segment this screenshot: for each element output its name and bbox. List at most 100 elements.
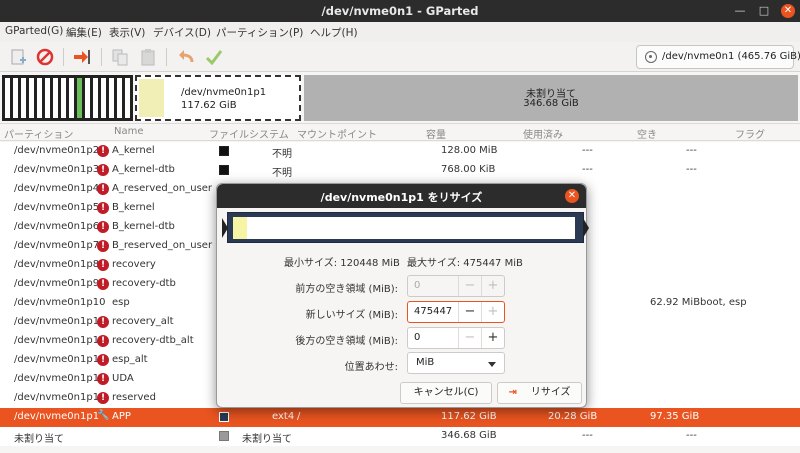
min-size-label: 最小サイズ: 120448 MiB	[284, 258, 400, 269]
menu-view[interactable]: 表示(V)	[109, 25, 145, 40]
col-mountpoint[interactable]: マウントポイント	[297, 126, 377, 141]
row-free: 97.35 GiB	[650, 411, 700, 422]
minus-icon[interactable]: −	[458, 276, 481, 296]
warning-icon: !	[97, 240, 109, 252]
right-handle[interactable]	[583, 218, 589, 238]
warning-icon: !	[97, 278, 109, 290]
row-partition: /dev/nvme0n1p3	[14, 164, 100, 175]
resize-icon: ⇥	[508, 387, 517, 398]
row-used: 20.28 GiB	[548, 411, 598, 422]
row-size: 346.68 GiB	[441, 430, 497, 441]
row-partition: /dev/nvme0n1p15	[14, 392, 106, 403]
col-filesystem[interactable]: ファイルシステム	[209, 126, 289, 141]
cancel-button-label: キャンセル(C)	[413, 387, 479, 398]
small-partitions-strip[interactable]	[2, 75, 133, 121]
resize-button[interactable]: ⇥ リサイズ	[497, 382, 582, 404]
row-name: esp	[112, 297, 130, 308]
row-name: recovery-dtb_alt	[112, 335, 194, 346]
left-handle[interactable]	[222, 218, 228, 238]
minimize-icon[interactable]: —	[733, 4, 747, 18]
new-size-label: 新しいサイズ (MiB):	[305, 310, 398, 321]
fs-color-swatch	[219, 412, 229, 422]
menu-device[interactable]: デバイス(D)	[153, 25, 211, 40]
align-select[interactable]: MiB	[407, 352, 505, 374]
cancel-button[interactable]: キャンセル(C)	[400, 382, 492, 404]
new-size-value: 475447	[414, 306, 453, 317]
close-icon[interactable]: ✕	[781, 4, 795, 18]
row-name: A_kernel	[112, 145, 155, 156]
row-used: ---	[582, 164, 593, 175]
device-selector[interactable]: /dev/nvme0n1 (465.76 GiB)	[636, 45, 800, 69]
row-partition: /dev/nvme0n1p2	[14, 145, 100, 156]
free-before-spin[interactable]: 0 − +	[407, 275, 505, 297]
new-partition-icon[interactable]	[8, 47, 28, 67]
row-name: UDA	[112, 373, 134, 384]
row-partition: /dev/nvme0n1p7	[14, 240, 100, 251]
warning-icon: !	[97, 373, 109, 385]
toolbar-separator	[63, 48, 64, 66]
col-flags[interactable]: フラグ	[735, 126, 765, 141]
partition-extent	[233, 217, 575, 239]
row-name: recovery	[112, 259, 156, 270]
resize-dialog: /dev/nvme0n1p1 をリサイズ ✕ 最小サイズ: 120448 MiB…	[216, 183, 589, 408]
row-used: ---	[582, 145, 593, 156]
table-row[interactable]: /dev/nvme0n1p3 ! A_kernel-dtb 不明 768.00 …	[0, 161, 800, 180]
col-partition[interactable]: パーティション	[4, 126, 73, 141]
maximize-icon[interactable]: □	[757, 4, 771, 18]
new-size-spin[interactable]: 475447 − +	[407, 301, 505, 323]
row-filesystem: ext4	[272, 411, 295, 422]
align-label: 位置あわせ:	[344, 362, 398, 373]
menu-partition[interactable]: パーティション(P)	[216, 25, 303, 40]
warning-icon: !	[97, 145, 109, 157]
plus-icon[interactable]: +	[481, 302, 504, 322]
row-name: reserved	[112, 392, 156, 403]
device-selector-label: /dev/nvme0n1 (465.76 GiB)	[662, 51, 800, 62]
plus-icon[interactable]: +	[481, 276, 504, 296]
warning-icon: !	[97, 392, 109, 404]
selected-partition-name: /dev/nvme0n1p1	[181, 87, 267, 98]
resize-button-label: リサイズ	[530, 387, 571, 398]
close-icon[interactable]: ✕	[565, 189, 579, 203]
col-used[interactable]: 使用済み	[523, 126, 563, 141]
fs-color-swatch	[219, 431, 229, 441]
minus-icon[interactable]: −	[458, 302, 481, 322]
resize-slider[interactable]	[222, 212, 589, 243]
col-size[interactable]: 容量	[426, 126, 446, 141]
fs-color-swatch	[219, 165, 229, 175]
free-after-spin[interactable]: 0 − +	[407, 327, 505, 349]
row-partition: /dev/nvme0n1p6	[14, 221, 100, 232]
undo-icon[interactable]	[176, 47, 196, 67]
table-row[interactable]: /dev/nvme0n1p2 ! A_kernel 不明 128.00 MiB …	[0, 142, 800, 161]
menu-help[interactable]: ヘルプ(H)	[310, 25, 358, 40]
col-free[interactable]: 空き	[637, 126, 657, 141]
row-name: B_kernel	[112, 202, 155, 213]
menu-edit[interactable]: 編集(E)	[66, 25, 102, 40]
free-before-label: 前方の空き領域 (MiB):	[295, 284, 398, 295]
delete-icon[interactable]	[35, 47, 55, 67]
resize-move-icon[interactable]	[72, 47, 92, 67]
minus-icon[interactable]: −	[458, 328, 481, 348]
unallocated-block[interactable]: 未割り当て 346.68 GiB	[304, 75, 798, 121]
table-row-selected[interactable]: /dev/nvme0n1p1 🔧 APP ext4 / 117.62 GiB 2…	[0, 408, 800, 427]
menu-gparted[interactable]: GParted(G)	[5, 25, 63, 37]
warning-icon: !	[97, 354, 109, 366]
warning-icon: !	[97, 183, 109, 195]
free-after-value: 0	[414, 332, 421, 343]
row-name: A_kernel-dtb	[112, 164, 175, 175]
table-row[interactable]: 未割り当て 未割り当て 346.68 GiB --- ---	[0, 427, 800, 446]
row-used: ---	[582, 430, 593, 441]
used-space-fill	[139, 79, 164, 117]
col-name[interactable]: Name	[114, 126, 144, 137]
row-size: 117.62 GiB	[441, 411, 497, 422]
row-flags: boot, esp	[700, 297, 747, 308]
warning-icon: !	[97, 316, 109, 328]
row-filesystem: 不明	[272, 168, 292, 179]
paste-icon[interactable]	[138, 47, 158, 67]
toolbar: /dev/nvme0n1 (465.76 GiB)	[0, 42, 800, 72]
selected-partition-block[interactable]: /dev/nvme0n1p1 117.62 GiB	[135, 75, 301, 121]
fs-color-swatch	[219, 146, 229, 156]
plus-icon[interactable]: +	[481, 328, 504, 348]
apply-icon[interactable]	[204, 47, 224, 67]
copy-icon[interactable]	[110, 47, 130, 67]
row-size: 768.00 KiB	[441, 164, 496, 175]
